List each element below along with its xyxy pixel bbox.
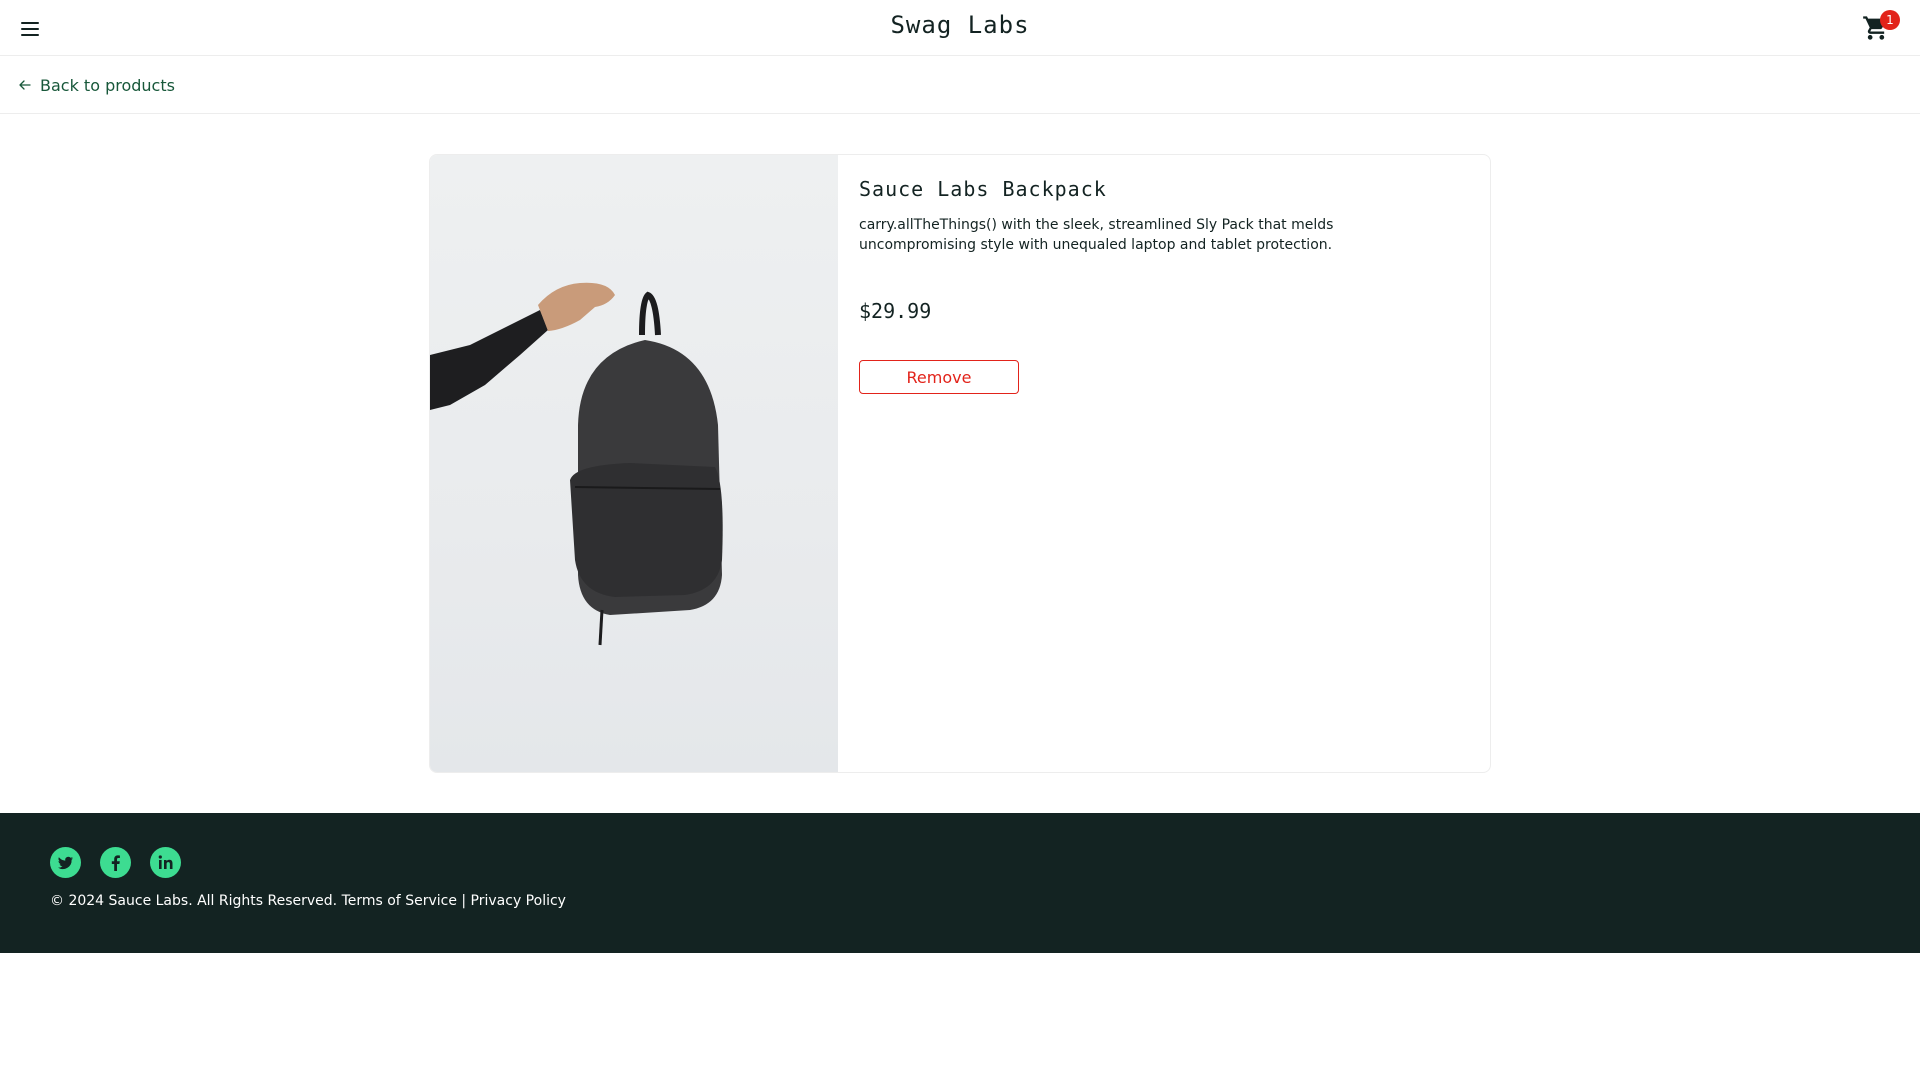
arrow-left-icon	[19, 80, 31, 90]
hamburger-menu-icon[interactable]	[18, 18, 42, 40]
app-logo: Swag Labs	[890, 11, 1030, 39]
linkedin-icon-svg	[158, 855, 173, 869]
back-to-products-label: Back to products	[40, 75, 175, 95]
facebook-icon[interactable]	[100, 847, 131, 878]
menu-bar	[21, 22, 39, 24]
menu-bar	[21, 28, 39, 30]
back-to-products-button[interactable]: Back to products	[18, 74, 175, 96]
footer: © 2024 Sauce Labs. All Rights Reserved. …	[0, 813, 1920, 953]
menu-bar	[21, 34, 39, 36]
facebook-icon-svg	[111, 855, 120, 871]
twitter-icon[interactable]	[50, 847, 81, 878]
product-image	[430, 155, 838, 772]
product-description: carry.allTheThings() with the sleek, str…	[859, 217, 1334, 253]
remove-button[interactable]: Remove	[859, 360, 1019, 394]
backpack-photo	[430, 282, 723, 646]
footer-copy: © 2024 Sauce Labs. All Rights Reserved. …	[50, 893, 566, 909]
cart-badge: 1	[1880, 10, 1900, 30]
product-name: Sauce Labs Backpack	[859, 177, 1107, 201]
secondary-header: Back to products	[0, 56, 1920, 114]
product-detail-card: Sauce Labs Backpack carry.allTheThings()…	[429, 154, 1491, 773]
twitter-icon-svg	[58, 856, 73, 870]
primary-header: Swag Labs 1	[0, 0, 1920, 56]
linkedin-icon[interactable]	[150, 847, 181, 878]
product-price: $29.99	[859, 299, 932, 323]
